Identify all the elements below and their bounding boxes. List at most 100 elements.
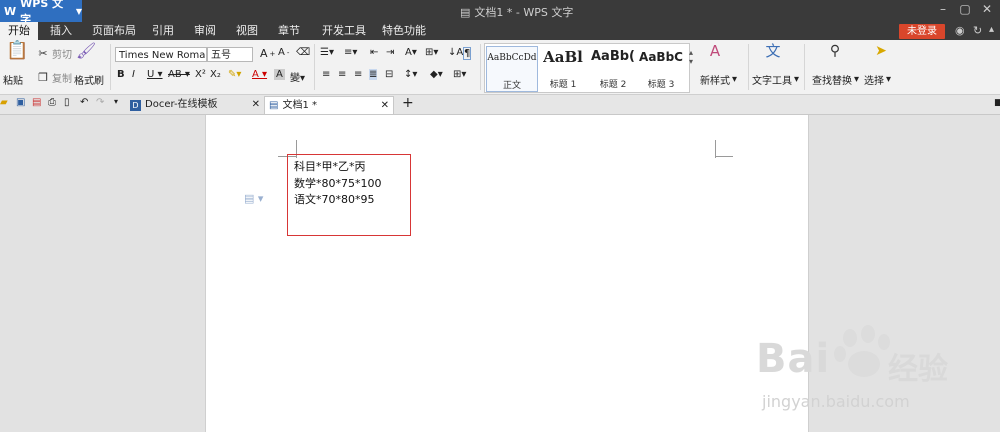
bold-icon[interactable]: B [117, 69, 125, 80]
new-tab-icon[interactable]: + [402, 95, 414, 111]
tab-menu-icon[interactable]: ■ [994, 98, 1000, 108]
highlight-box [287, 154, 411, 236]
distribute-icon[interactable]: ⊟ [385, 69, 393, 80]
align-right-icon[interactable]: ≡ [354, 69, 362, 80]
login-button[interactable]: 未登录 [899, 24, 945, 39]
style-heading-2[interactable]: AaBb( 标题 2 [589, 46, 637, 90]
table-style-icon[interactable]: ⊞▾ [425, 47, 438, 58]
format-painter-button[interactable]: 🖌 [76, 43, 96, 64]
align-left-icon[interactable]: ≡ [322, 69, 330, 80]
restore-icon[interactable]: ▢ [958, 2, 972, 16]
watermark-url: jingyan.baidu.com [762, 392, 910, 411]
underline-icon[interactable]: U ▾ [147, 69, 163, 80]
close-icon[interactable]: ✕ [252, 96, 260, 114]
font-name-select[interactable]: Times New Roma [115, 47, 207, 62]
font-size-select[interactable]: 五号 [207, 47, 253, 62]
increase-indent-icon[interactable]: ⇥ [386, 47, 394, 58]
scissors-icon: ✂ [38, 46, 48, 60]
shrink-font-icon[interactable]: A- [278, 47, 289, 58]
style-normal[interactable]: AaBbCcDd 正文 [486, 46, 538, 92]
expand-ribbon-icon[interactable]: ▴ [989, 24, 994, 35]
refresh-icon[interactable]: ↻ [973, 24, 982, 37]
style-heading-3[interactable]: AaBbC 标题 3 [638, 46, 684, 90]
divider [480, 44, 481, 90]
tab-features[interactable]: 特色功能 [374, 22, 434, 40]
tab-insert[interactable]: 插入 [42, 22, 80, 40]
style-preview: AaBb( [591, 49, 635, 64]
undo-icon[interactable]: ↶ [80, 97, 88, 108]
paste-button[interactable]: 📋 [6, 40, 29, 66]
close-icon[interactable]: ✕ [381, 97, 389, 115]
docer-icon: D [130, 99, 141, 111]
align-center-icon[interactable]: ≡ [338, 69, 346, 80]
font-size-value: 五号 [211, 50, 231, 61]
select-text: 选择 [864, 76, 884, 87]
wps-logo-icon: W [4, 4, 17, 18]
tab-chapter[interactable]: 章节 [270, 22, 308, 40]
divider [804, 44, 805, 90]
new-style-button[interactable]: A [706, 44, 724, 62]
copy-label: 复制 [52, 74, 72, 85]
find-replace-button[interactable]: ⚲ [826, 44, 844, 62]
text-tools-icon: 文 [765, 42, 781, 60]
tab-references[interactable]: 引用 [144, 22, 182, 40]
print-icon[interactable]: ⎙ [48, 97, 56, 108]
justify-icon[interactable]: ≣ [369, 69, 378, 80]
cut-button[interactable]: ✂ 剪切 [36, 46, 72, 62]
clear-format-icon[interactable]: ⌫ [296, 47, 310, 58]
style-heading-1[interactable]: AaBl 标题 1 [538, 46, 588, 90]
numbered-list-icon[interactable]: ≡▾ [344, 47, 357, 58]
superscript-icon[interactable]: X² [195, 69, 206, 80]
bullet-list-icon[interactable]: ☰▾ [320, 47, 334, 58]
text-tools-button[interactable]: 文 [764, 44, 782, 62]
tab-review[interactable]: 审阅 [186, 22, 224, 40]
select-label[interactable]: 选择 ▾ [864, 72, 891, 87]
doc-tab-docer[interactable]: D Docer-在线模板 ✕ [126, 96, 264, 114]
tab-developer[interactable]: 开发工具 [314, 22, 374, 40]
customize-icon[interactable]: ▾ [114, 97, 118, 106]
tab-view[interactable]: 视图 [228, 22, 266, 40]
export-pdf-icon[interactable]: ▤ [32, 97, 41, 108]
redo-icon[interactable]: ↷ [96, 97, 104, 108]
save-icon[interactable]: ▣ [16, 97, 25, 108]
close-icon[interactable]: ✕ [980, 2, 994, 16]
style-preview: AaBbCcDd [487, 53, 537, 63]
font-color-icon[interactable]: A ▾ [252, 69, 267, 80]
sort-icon[interactable]: ↓A [448, 47, 463, 58]
new-style-label[interactable]: 新样式 ▾ [700, 72, 737, 87]
open-icon[interactable]: ▰ [0, 97, 8, 108]
gallery-scroll-icon[interactable]: ▴ ▾ [689, 48, 693, 66]
char-shading-icon[interactable]: A [274, 69, 285, 80]
select-button[interactable]: ➤ [872, 44, 890, 62]
text-direction-icon[interactable]: A▾ [405, 47, 417, 58]
text-tools-label[interactable]: 文字工具 ▾ [752, 72, 799, 87]
tab-home[interactable]: 开始 [0, 22, 38, 40]
subscript-icon[interactable]: X₂ [210, 69, 221, 80]
strikethrough-icon[interactable]: AB ▾ [168, 69, 190, 80]
clipboard-icon: 📋 [6, 40, 29, 61]
ribbon: 📋 粘贴 ✂ 剪切 ❐ 复制 🖌 格式刷 Times New Roma 五号 A… [0, 40, 1000, 95]
style-preview: AaBbC [639, 50, 683, 64]
print-preview-icon[interactable]: ▯ [64, 97, 70, 108]
copy-button[interactable]: ❐ 复制 [36, 70, 72, 86]
app-menu-button[interactable]: W WPS 文字 ▼ [0, 0, 82, 26]
borders-icon[interactable]: ⊞▾ [453, 69, 466, 80]
grow-font-icon[interactable]: A + [260, 47, 275, 60]
doc-tab-label: Docer-在线模板 [145, 99, 218, 110]
paragraph-handle-icon[interactable]: ▤ ▾ [244, 192, 263, 205]
show-marks-icon[interactable]: ¶ [463, 47, 472, 60]
tab-page-layout[interactable]: 页面布局 [84, 22, 144, 40]
find-replace-label[interactable]: 查找替换 ▾ [812, 72, 859, 87]
doc-tab-document1[interactable]: ▤ 文档1 * ✕ [264, 96, 394, 114]
phonetic-icon[interactable]: 變▾ [290, 69, 305, 84]
italic-icon[interactable]: I [132, 69, 135, 80]
divider [110, 44, 111, 90]
line-spacing-icon[interactable]: ↕▾ [404, 69, 417, 80]
style-preview: AaBl [543, 48, 583, 66]
highlight-icon[interactable]: ✎▾ [228, 69, 241, 80]
shading-icon[interactable]: ◆▾ [430, 69, 443, 80]
divider [748, 44, 749, 90]
decrease-indent-icon[interactable]: ⇤ [370, 47, 378, 58]
minimize-icon[interactable]: – [936, 2, 950, 16]
help-icon[interactable]: ◉ [955, 24, 965, 37]
